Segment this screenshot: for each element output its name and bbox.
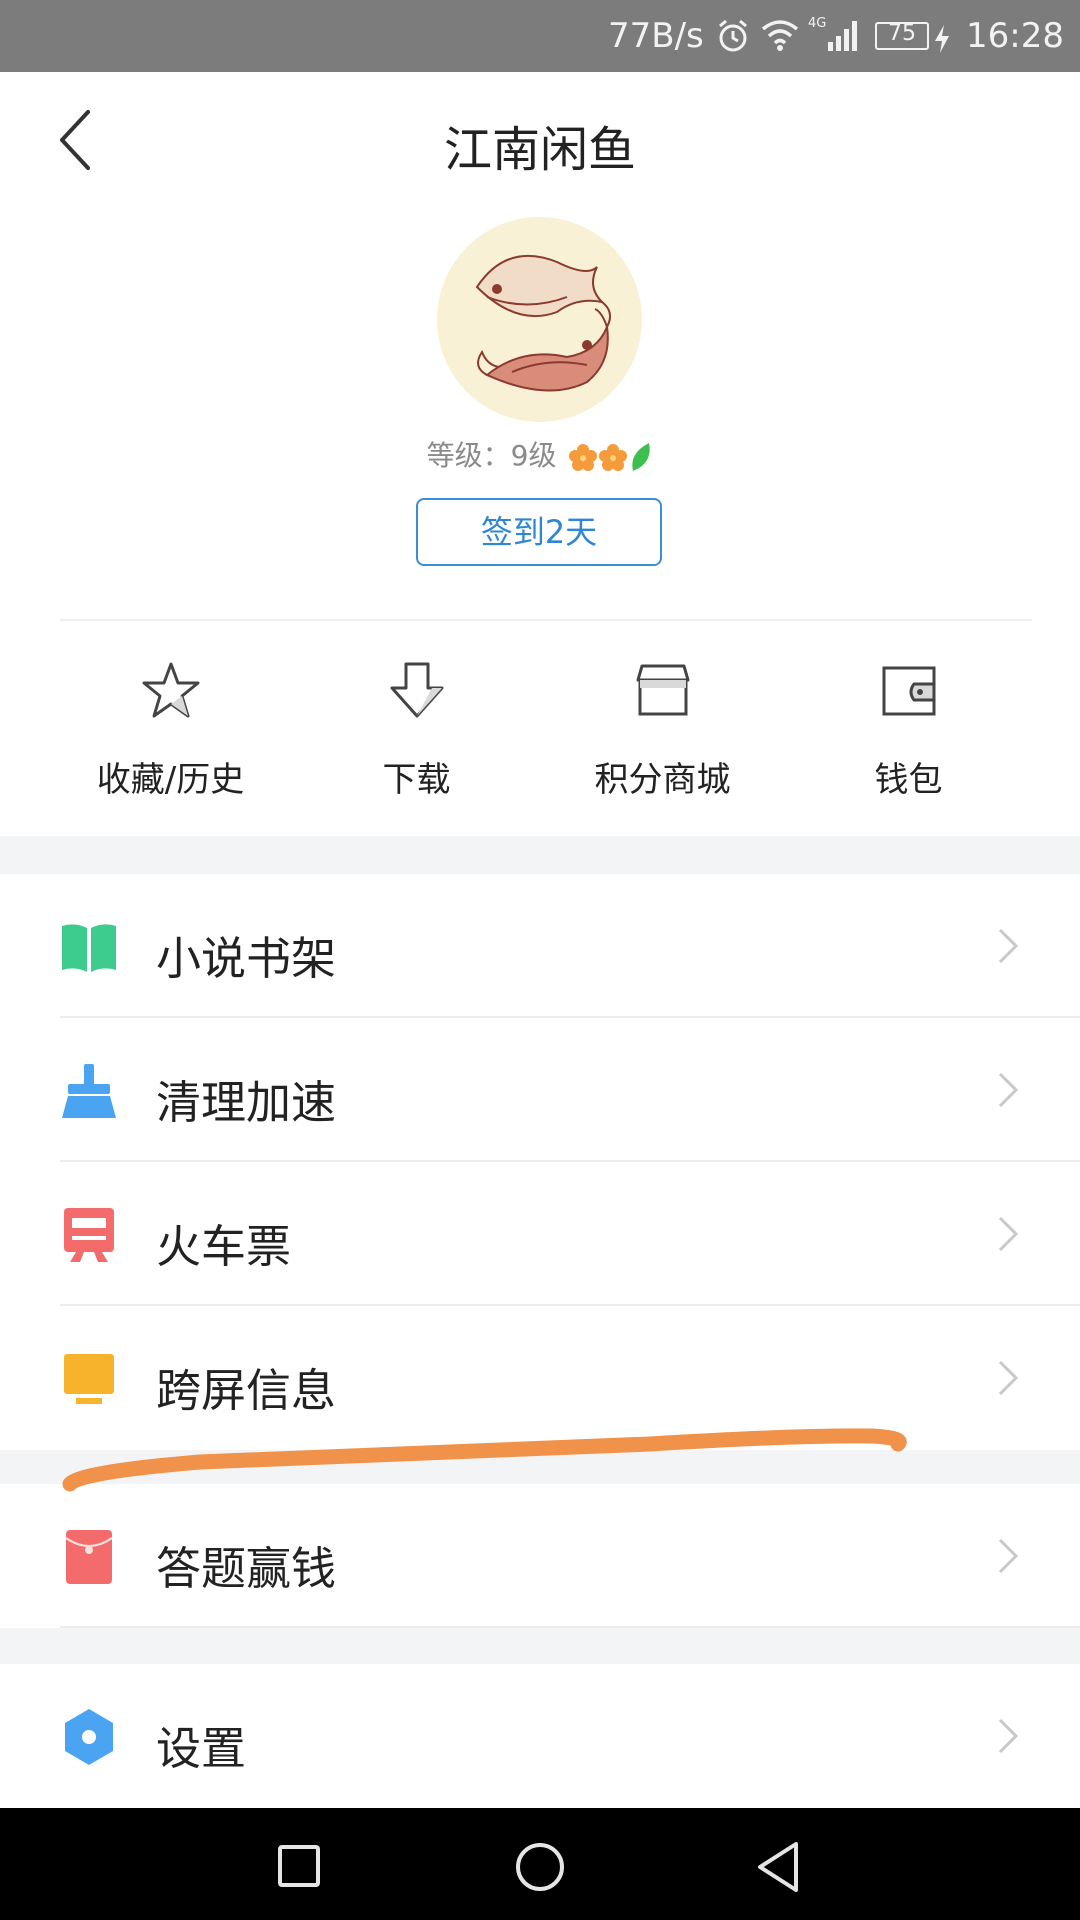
chevron-right-icon [998, 1538, 1019, 1574]
system-nav-bar [0, 1808, 1080, 1920]
wallet-icon [882, 666, 936, 716]
wifi-icon [761, 20, 799, 51]
red-envelope-icon [65, 1530, 113, 1584]
menu-item-settings[interactable]: 设置 [0, 1664, 1080, 1808]
annotation-underline [62, 1428, 907, 1492]
chevron-right-icon [998, 1216, 1019, 1252]
chevron-right-icon [998, 928, 1019, 964]
download-icon [390, 662, 444, 718]
charging-icon [935, 25, 949, 53]
menu-item-cleanup-boost[interactable]: 清理加速 [0, 1018, 1080, 1162]
quick-action-label: 下载 [382, 760, 451, 800]
settings-icon [65, 1709, 113, 1765]
menu-item-label: 清理加速 [156, 1076, 337, 1129]
net-speed: 77B/s [608, 16, 704, 56]
back-triangle-icon[interactable] [754, 1840, 802, 1894]
battery-level: 75 [888, 21, 916, 46]
quick-action-favorites-history[interactable]: 收藏/历史 [48, 660, 293, 800]
quick-action-download[interactable]: 下载 [294, 660, 539, 800]
level-text: 等级：9级 [426, 439, 557, 472]
chevron-right-icon [998, 1360, 1019, 1396]
store-icon [636, 664, 690, 716]
menu-item-label: 小说书架 [156, 932, 337, 985]
avatar[interactable] [437, 217, 642, 422]
page-title: 江南闲鱼 [443, 122, 636, 178]
quick-action-label: 钱包 [874, 760, 943, 800]
level-row: 等级：9级 [0, 434, 1080, 474]
menu-item-label: 火车票 [156, 1220, 292, 1273]
book-icon [62, 924, 116, 972]
checkin-button[interactable]: 签到2天 [416, 498, 662, 566]
quick-action-label: 积分商城 [594, 760, 731, 800]
pisces-fish-avatar-image [475, 254, 612, 392]
status-bar: 77B/s 4G 75 16:28 [0, 0, 1080, 72]
menu-item-label: 答题赢钱 [156, 1542, 337, 1595]
chevron-right-icon [998, 1072, 1019, 1108]
divider [60, 619, 1032, 621]
train-icon [64, 1208, 114, 1262]
menu-item-novel-shelf[interactable]: 小说书架 [0, 874, 1080, 1018]
menu-item-train-tickets[interactable]: 火车票 [0, 1162, 1080, 1306]
chevron-right-icon [998, 1718, 1019, 1754]
home-circle-icon[interactable] [514, 1841, 566, 1893]
alarm-icon [719, 19, 747, 52]
signal-icon [828, 21, 857, 51]
star-icon [142, 662, 200, 718]
menu-item-quiz-earn-money[interactable]: 答题赢钱 [0, 1484, 1080, 1628]
section-gap [0, 1628, 1080, 1664]
section-gap [0, 836, 1080, 874]
level-badge-flowers-icon [569, 443, 651, 471]
quick-action-label: 收藏/历史 [96, 760, 245, 800]
battery-icon: 75 [875, 21, 929, 50]
recent-apps-square-icon[interactable] [277, 1844, 321, 1888]
quick-action-points-store[interactable]: 积分商城 [540, 660, 785, 800]
quick-action-wallet[interactable]: 钱包 [786, 660, 1031, 800]
broom-icon [62, 1064, 116, 1118]
network-type: 4G [808, 16, 827, 31]
clock: 16:28 [966, 16, 1064, 56]
menu-item-label: 设置 [156, 1722, 247, 1775]
